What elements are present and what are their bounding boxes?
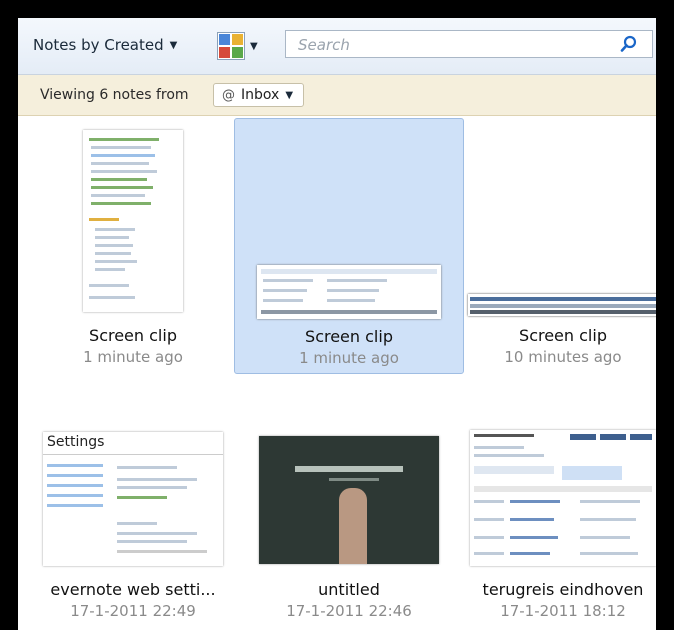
search-input[interactable] (296, 35, 620, 55)
toolbar: Notes by Created ▼ ▼ (18, 18, 656, 75)
note-thumbnail (470, 430, 656, 566)
notebook-dropdown[interactable]: @ Inbox ▼ (213, 83, 305, 107)
note-title: evernote web setti... (50, 580, 216, 599)
filter-summary: Viewing 6 notes from (40, 87, 189, 103)
thumbnail-view-icon (217, 32, 245, 60)
search-icon[interactable] (620, 35, 638, 53)
note-thumbnail: Settings (43, 432, 223, 566)
note-title: Screen clip (89, 326, 177, 345)
note-date: 17-1-2011 22:49 (70, 602, 196, 620)
note-title: Screen clip (519, 326, 607, 345)
note-date: 1 minute ago (299, 349, 399, 367)
note-date: 17-1-2011 18:12 (500, 602, 626, 620)
hand-image (339, 488, 367, 564)
view-mode-dropdown[interactable]: ▼ (217, 32, 258, 60)
sort-dropdown[interactable]: Notes by Created ▼ (33, 36, 177, 54)
note-card[interactable]: terugreis eindhoven 17-1-2011 18:12 (448, 374, 656, 630)
note-card[interactable]: untitled 17-1-2011 22:46 (234, 374, 464, 630)
note-date: 17-1-2011 22:46 (286, 602, 412, 620)
notebook-label: Inbox (241, 87, 280, 103)
note-thumbnail (259, 436, 439, 564)
chevron-down-icon: ▼ (250, 40, 258, 52)
sort-label: Notes by Created (33, 36, 164, 54)
note-title: untitled (318, 580, 380, 599)
note-thumbnail (468, 294, 656, 316)
note-card[interactable]: Settings evernote web setti... 17-1-2011… (18, 374, 248, 630)
search-box (285, 30, 653, 58)
note-date: 1 minute ago (83, 348, 183, 366)
thumbnail-heading: Settings (47, 434, 105, 450)
notes-window: Notes by Created ▼ ▼ Viewing 6 notes fro… (18, 18, 656, 630)
note-title: terugreis eindhoven (482, 580, 644, 599)
at-icon: @ (222, 87, 235, 103)
chevron-down-icon: ▼ (169, 39, 178, 51)
note-thumbnail (257, 265, 441, 319)
filter-bar: Viewing 6 notes from @ Inbox ▼ (18, 75, 656, 116)
note-date: 10 minutes ago (504, 348, 622, 366)
notes-grid: Screen clip 1 minute ago Screen clip 1 m… (18, 116, 656, 630)
note-card[interactable]: Screen clip 1 minute ago (18, 116, 248, 372)
note-title: Screen clip (305, 327, 393, 346)
note-thumbnail (83, 130, 183, 312)
chevron-down-icon: ▼ (285, 89, 294, 101)
note-card[interactable]: Screen clip 1 minute ago (234, 118, 464, 374)
note-card[interactable]: Screen clip 10 minutes ago (448, 116, 656, 372)
